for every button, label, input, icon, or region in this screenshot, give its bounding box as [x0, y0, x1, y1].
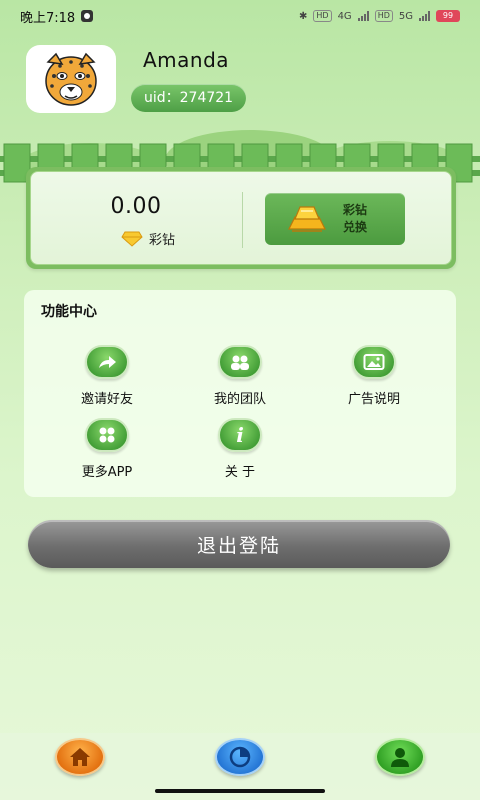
function-center-card: 功能中心 邀请好友 我的团队 广告说明 更多APP i 关 于 — [24, 290, 456, 497]
ad-description-item[interactable]: 广告说明 — [319, 345, 429, 407]
share-arrow-icon — [85, 345, 129, 379]
invite-friends-item[interactable]: 邀请好友 — [52, 345, 162, 407]
gem-icon — [121, 231, 143, 247]
username: Amanda — [143, 48, 230, 72]
status-bar: 晚上7:18 ✱ HD 4G HD 5G 99 — [0, 0, 480, 32]
invite-friends-label: 邀请好友 — [80, 392, 133, 407]
home-indicator — [155, 789, 325, 793]
exchange-button[interactable]: 彩钻 兑换 — [265, 193, 405, 245]
more-apps-label: 更多APP — [81, 465, 133, 480]
ad-description-label: 广告说明 — [347, 392, 400, 407]
status-indicators: ✱ HD 4G HD 5G 99 — [299, 10, 460, 22]
wallet-card: 0.00 彩钻 彩钻 兑换 — [26, 167, 456, 269]
function-center-title: 功能中心 — [41, 304, 97, 320]
more-apps-item[interactable]: 更多APP — [52, 418, 162, 480]
network-4g-label: 4G — [337, 10, 352, 22]
battery-icon: 99 — [436, 10, 460, 22]
currency-label: 彩钻 — [149, 233, 176, 248]
home-icon — [70, 748, 90, 766]
logout-button[interactable]: 退出登陆 — [28, 520, 450, 568]
team-icon — [218, 345, 262, 379]
network-hd-label-2: HD — [374, 10, 393, 22]
my-team-item[interactable]: 我的团队 — [185, 345, 295, 407]
notification-app-icon — [81, 10, 94, 22]
profile-icon — [391, 748, 409, 767]
exchange-label: 彩钻 兑换 — [343, 202, 367, 236]
image-icon — [352, 345, 396, 379]
nav-chart-button[interactable] — [215, 738, 265, 776]
status-time: 晚上7:18 — [20, 10, 76, 26]
divider — [242, 192, 243, 248]
balance-value: 0.00 — [110, 194, 162, 219]
gold-bars-icon — [288, 206, 326, 232]
exchange-label-line-2: 兑换 — [343, 220, 368, 234]
about-label: 关 于 — [224, 465, 256, 480]
exchange-label-line-1: 彩钻 — [343, 203, 368, 217]
info-icon: i — [218, 418, 262, 452]
chart-icon — [229, 746, 251, 768]
signal-icon-2 — [419, 11, 430, 21]
about-item[interactable]: i 关 于 — [185, 418, 295, 480]
wallet-inner: 0.00 彩钻 彩钻 兑换 — [30, 171, 452, 265]
my-team-label: 我的团队 — [213, 392, 266, 407]
nav-profile-button[interactable] — [375, 738, 425, 776]
nav-home-button[interactable] — [55, 738, 105, 776]
network-hd-label: HD — [313, 10, 332, 22]
uid-badge: uid：274721 — [131, 84, 247, 112]
avatar[interactable] — [26, 45, 116, 113]
bluetooth-icon: ✱ — [298, 10, 308, 22]
signal-icon — [357, 11, 369, 21]
apps-grid-icon — [85, 418, 129, 452]
network-5g-label: 5G — [398, 10, 413, 22]
currency-row: 彩钻 — [121, 229, 175, 248]
cheetah-avatar-icon — [45, 52, 97, 106]
